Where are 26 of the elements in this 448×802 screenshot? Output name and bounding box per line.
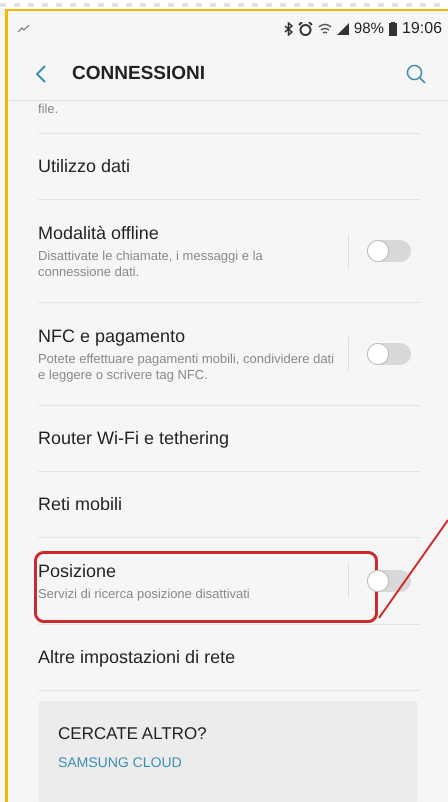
setting-title: NFC e pagamento [38, 325, 186, 348]
setting-description: Servizi di ricerca posizione disattivati [38, 586, 251, 602]
activity-icon [18, 25, 30, 33]
status-time: 19:06 [402, 19, 442, 39]
setting-description: Potete effettuare pagamenti mobili, condividere dati e leggere o scrivere tag NFC. [38, 350, 336, 383]
page-title: CONNESSIONI [72, 62, 206, 86]
wifi-icon [318, 22, 332, 36]
setting-description: file. [38, 101, 58, 118]
suggestions-title: CERCATE ALTRO? [58, 722, 208, 744]
signal-icon [336, 23, 349, 35]
setting-description: Disattivate le chiamate, i messaggi e la connessione dati. [38, 248, 264, 280]
setting-item[interactable]: Altre impostazioni di rete [38, 624, 420, 691]
toggle-switch[interactable] [367, 570, 411, 592]
setting-title: Posizione [38, 560, 118, 582]
setting-item[interactable]: Utilizzo dati [38, 134, 420, 200]
bluetooth-icon [284, 22, 293, 36]
battery-percentage: 98% [354, 20, 384, 38]
alarm-icon [298, 22, 313, 36]
setting-item[interactable]: Router Wi-Fi e tethering [38, 406, 420, 472]
toggle-switch[interactable] [367, 240, 411, 262]
search-button[interactable] [406, 64, 426, 84]
toggle-switch[interactable] [367, 343, 411, 365]
back-button[interactable] [36, 64, 46, 82]
battery-icon [388, 22, 397, 36]
setting-title: Modalità offline [38, 222, 160, 244]
setting-item[interactable]: Reti mobili [38, 472, 420, 538]
